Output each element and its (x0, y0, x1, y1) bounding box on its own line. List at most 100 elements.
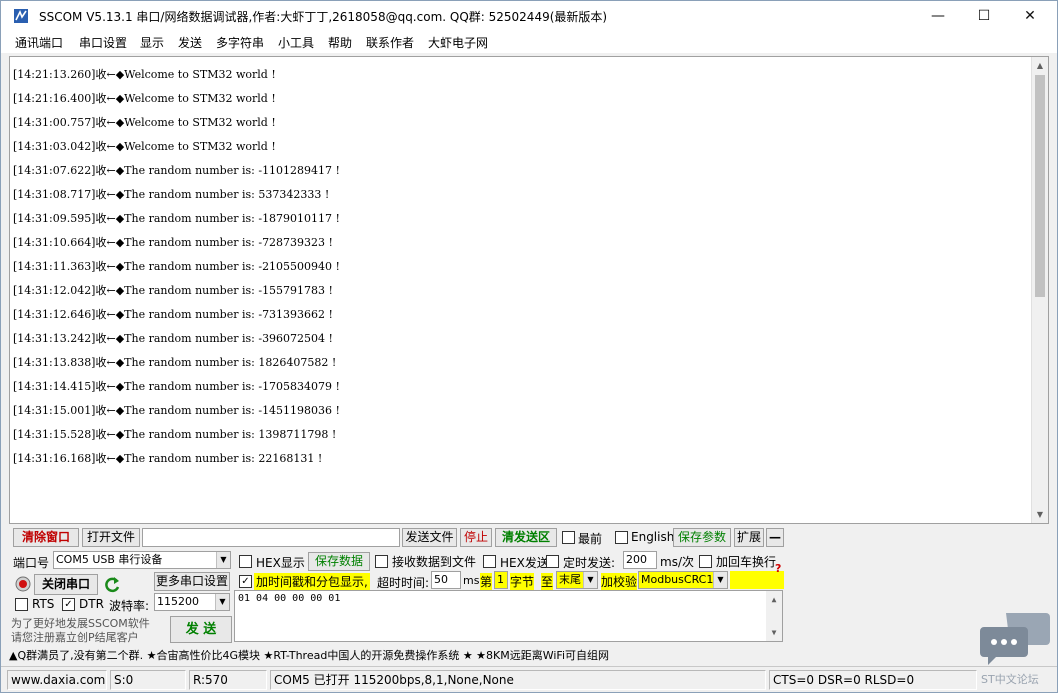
byte-prefix-label: 第 (480, 573, 493, 590)
hex-send-label: HEX发送 (500, 556, 549, 570)
menu-multi-string[interactable]: 多字符串 (216, 34, 264, 51)
topmost-checkbox[interactable] (562, 531, 575, 544)
menu-contact-author[interactable]: 联系作者 (366, 34, 414, 51)
log-line: [14:31:16.168]收←◆The random number is: 2… (13, 452, 323, 465)
log-line: [14:31:08.717]收←◆The random number is: 5… (13, 188, 330, 201)
port-value: COM5 USB 串行设备 (56, 553, 163, 566)
menu-bar: 通讯端口 串口设置 显示 发送 多字符串 小工具 帮助 联系作者 大虾电子网 (1, 31, 1057, 53)
received-count: R:570 (189, 670, 267, 690)
checksum-value: ModbusCRC16 (641, 573, 721, 586)
checksum-label: 加校验 (601, 573, 638, 590)
scroll-up-icon[interactable]: ▲ (1032, 57, 1048, 74)
menu-daxia-site[interactable]: 大虾电子网 (428, 34, 488, 51)
save-data-button[interactable]: 保存数据 (308, 552, 370, 571)
window-title: SSCOM V5.13.1 串口/网络数据调试器,作者:大虾丁丁,2618058… (39, 10, 608, 24)
byte-unit-label: 字节 (510, 573, 535, 590)
help-icon[interactable]: ? (775, 562, 781, 575)
timestamp-checkbox[interactable]: ✓ (239, 575, 252, 588)
minimize-button[interactable]: — (915, 1, 961, 31)
menu-port-settings[interactable]: 串口设置 (79, 34, 127, 51)
collapse-button[interactable]: — (766, 528, 784, 547)
english-label: English (631, 530, 675, 544)
log-line: [14:31:15.001]收←◆The random number is: -… (13, 404, 340, 417)
log-line: [14:31:00.757]收←◆Welcome to STM32 world … (13, 116, 276, 129)
more-port-settings-button[interactable]: 更多串口设置 (154, 572, 230, 591)
to-value: 末尾 (559, 573, 581, 586)
sent-count: S:0 (110, 670, 186, 690)
menu-tools[interactable]: 小工具 (278, 34, 314, 51)
port-select[interactable]: COM5 USB 串行设备 ▼ (53, 551, 231, 569)
log-line: [14:31:11.363]收←◆The random number is: -… (13, 260, 340, 273)
byte-index-input[interactable]: 1 (494, 571, 508, 589)
menu-send[interactable]: 发送 (178, 34, 202, 51)
stop-button[interactable]: 停止 (460, 528, 492, 547)
log-line: [14:31:13.242]收←◆The random number is: -… (13, 332, 333, 345)
website-link[interactable]: www.daxia.com (7, 670, 107, 690)
port-status: COM5 已打开 115200bps,8,1,None,None (270, 670, 766, 690)
send-scrollbar[interactable]: ▲ ▼ (766, 591, 782, 641)
chevron-down-icon[interactable]: ▼ (583, 572, 597, 588)
chat-bubble-icon (980, 613, 1050, 665)
send-button[interactable]: 发 送 (170, 616, 232, 643)
baud-select[interactable]: 115200 ▼ (154, 593, 230, 611)
timed-send-checkbox[interactable] (546, 555, 559, 568)
send-text: 01 04 00 00 00 01 (238, 593, 341, 604)
ad-bar[interactable]: ▲Q群满员了,没有第二个群. ★合宙高性价比4G模块 ★RT-Thread中国人… (9, 646, 1049, 665)
interval-unit: ms/次 (660, 555, 694, 569)
timestamp-label: 加时间戳和分包显示, (254, 573, 370, 590)
log-line: [14:31:12.646]收←◆The random number is: -… (13, 308, 333, 321)
scroll-thumb[interactable] (1035, 75, 1045, 297)
save-params-button[interactable]: 保存参数 (673, 528, 731, 547)
hex-send-checkbox[interactable] (483, 555, 496, 568)
dtr-checkbox[interactable]: ✓ (62, 598, 75, 611)
log-line: [14:31:15.528]收←◆The random number is: 1… (13, 428, 337, 441)
to-select[interactable]: 末尾 ▼ (556, 571, 598, 589)
add-crlf-checkbox[interactable] (699, 555, 712, 568)
main-window: SSCOM V5.13.1 串口/网络数据调试器,作者:大虾丁丁,2618058… (0, 0, 1058, 693)
refresh-icon[interactable] (102, 575, 122, 595)
menu-display[interactable]: 显示 (140, 34, 164, 51)
log-line: [14:31:10.664]收←◆The random number is: -… (13, 236, 333, 249)
scroll-down-icon[interactable]: ▼ (766, 624, 782, 641)
clear-window-button[interactable]: 清除窗口 (13, 528, 79, 547)
baud-label: 波特率: (109, 599, 150, 613)
scroll-up-icon[interactable]: ▲ (766, 591, 782, 608)
close-button[interactable]: ✕ (1007, 1, 1053, 31)
chevron-down-icon[interactable]: ▼ (216, 552, 230, 568)
title-bar[interactable]: SSCOM V5.13.1 串口/网络数据调试器,作者:大虾丁丁,2618058… (1, 1, 1057, 31)
rts-checkbox[interactable] (15, 598, 28, 611)
port-status-icon (15, 576, 31, 592)
chevron-down-icon[interactable]: ▼ (215, 594, 229, 610)
english-checkbox[interactable] (615, 531, 628, 544)
receive-area[interactable]: [14:21:13.260]收←◆Welcome to STM32 world … (9, 56, 1049, 524)
status-bar: www.daxia.com S:0 R:570 COM5 已打开 115200b… (1, 666, 1057, 692)
watermark: ST中文论坛 (981, 673, 1039, 686)
topmost-label: 最前 (578, 532, 603, 546)
line-status: CTS=0 DSR=0 RLSD=0 (769, 670, 977, 690)
recv-to-file-checkbox[interactable] (375, 555, 388, 568)
receive-scrollbar[interactable]: ▲ ▼ (1031, 57, 1048, 523)
hex-display-checkbox[interactable] (239, 555, 252, 568)
clear-send-button[interactable]: 清发送区 (495, 528, 557, 547)
close-port-button[interactable]: 关闭串口 (34, 574, 98, 595)
menu-help[interactable]: 帮助 (328, 34, 352, 51)
checksum-select[interactable]: ModbusCRC16 ▼ (638, 571, 728, 589)
send-input[interactable]: 01 04 00 00 00 01 ▲ ▼ (234, 590, 783, 642)
scroll-down-icon[interactable]: ▼ (1032, 506, 1048, 523)
expand-button[interactable]: 扩展 (734, 528, 764, 547)
chevron-down-icon[interactable]: ▼ (713, 572, 727, 588)
file-path-input[interactable] (142, 528, 400, 547)
log-line: [14:31:09.595]收←◆The random number is: -… (13, 212, 340, 225)
log-line: [14:31:13.838]收←◆The random number is: 1… (13, 356, 337, 369)
menu-comm-port[interactable]: 通讯端口 (15, 34, 63, 51)
to-label: 至 (541, 573, 554, 590)
recv-to-file-label[interactable]: 接收数据到文件 (392, 553, 476, 570)
open-file-button[interactable]: 打开文件 (82, 528, 140, 547)
dtr-label: DTR (79, 597, 104, 611)
send-file-button[interactable]: 发送文件 (402, 528, 457, 547)
port-label: 端口号 (13, 556, 50, 570)
timeout-input[interactable]: 50 (431, 571, 461, 589)
maximize-button[interactable]: ☐ (961, 1, 1007, 31)
interval-input[interactable]: 200 (623, 551, 657, 569)
sscom-app-icon (14, 9, 28, 23)
